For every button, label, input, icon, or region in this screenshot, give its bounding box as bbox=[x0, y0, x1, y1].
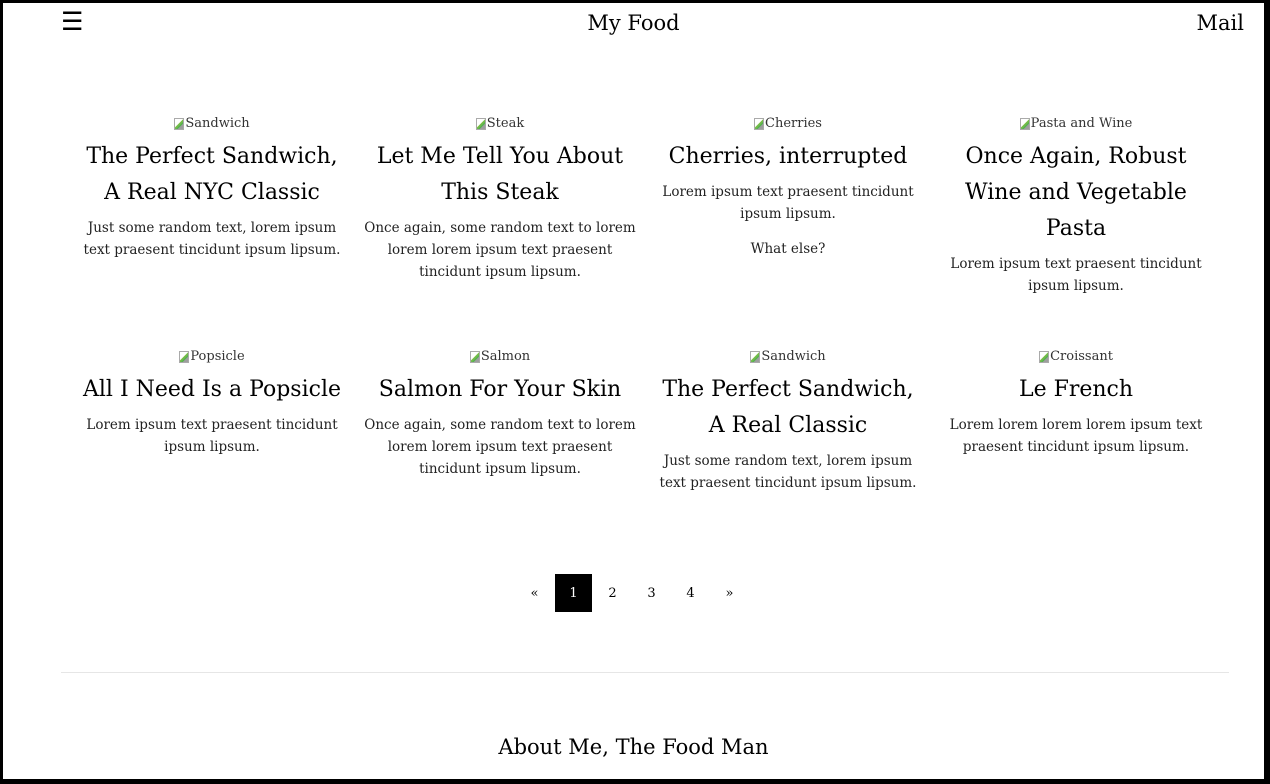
card-title[interactable]: Cherries, interrupted bbox=[652, 139, 924, 175]
food-card[interactable]: Pasta and Wine Once Again, Robust Wine a… bbox=[932, 113, 1220, 346]
card-text: Once again, some random text to lorem lo… bbox=[364, 417, 636, 477]
image-alt-text: Salmon bbox=[480, 349, 531, 364]
card-text: Just some random text, lorem ipsum text … bbox=[659, 453, 917, 491]
broken-image-icon bbox=[174, 118, 185, 130]
food-image[interactable]: Pasta and Wine bbox=[1019, 113, 1133, 135]
food-image[interactable]: Sandwich bbox=[750, 346, 826, 368]
page-link-2[interactable]: 2 bbox=[594, 574, 631, 612]
image-alt-text: Cherries bbox=[765, 116, 822, 131]
food-image[interactable]: Croissant bbox=[1039, 346, 1113, 368]
page-link-3[interactable]: 3 bbox=[633, 574, 670, 612]
top-bar: ☰ My Food Mail bbox=[3, 3, 1264, 47]
card-text: Once again, some random text to lorem lo… bbox=[364, 220, 636, 280]
broken-image-icon bbox=[1019, 118, 1030, 130]
image-alt-text: Popsicle bbox=[190, 349, 245, 364]
food-card[interactable]: Salmon Salmon For Your Skin Once again, … bbox=[356, 346, 644, 579]
broken-image-icon bbox=[1039, 351, 1050, 363]
mail-link[interactable]: Mail bbox=[1197, 9, 1244, 37]
broken-image-icon bbox=[750, 351, 761, 363]
food-card[interactable]: Croissant Le French Lorem lorem lorem lo… bbox=[932, 346, 1220, 579]
card-text: Lorem lorem lorem lorem ipsum text praes… bbox=[949, 417, 1203, 455]
about-heading: About Me, The Food Man bbox=[498, 735, 769, 759]
card-title[interactable]: Once Again, Robust Wine and Vegetable Pa… bbox=[940, 139, 1212, 247]
page-link-1[interactable]: 1 bbox=[555, 574, 592, 612]
image-alt-text: Steak bbox=[486, 116, 525, 131]
card-text: Lorem ipsum text praesent tincidunt ipsu… bbox=[86, 417, 338, 455]
card-text: Lorem ipsum text praesent tincidunt ipsu… bbox=[950, 256, 1202, 294]
card-title[interactable]: The Perfect Sandwich, A Real NYC Classic bbox=[76, 139, 348, 211]
broken-image-icon bbox=[754, 118, 765, 130]
broken-image-icon bbox=[469, 351, 480, 363]
image-alt-text: Sandwich bbox=[761, 349, 826, 364]
pagination-next[interactable]: » bbox=[711, 574, 748, 612]
food-image[interactable]: Cherries bbox=[754, 113, 822, 135]
image-alt-text: Sandwich bbox=[185, 116, 250, 131]
food-image[interactable]: Steak bbox=[475, 113, 525, 135]
food-image[interactable]: Popsicle bbox=[179, 346, 245, 368]
card-title[interactable]: Let Me Tell You About This Steak bbox=[364, 139, 636, 211]
card-text-extra: What else? bbox=[750, 241, 826, 257]
card-text: Just some random text, lorem ipsum text … bbox=[83, 220, 341, 258]
food-grid: Sandwich The Perfect Sandwich, A Real NY… bbox=[68, 113, 1222, 579]
image-alt-text: Pasta and Wine bbox=[1030, 116, 1133, 131]
food-card[interactable]: Cherries Cherries, interrupted Lorem ips… bbox=[644, 113, 932, 346]
image-alt-text: Croissant bbox=[1050, 349, 1113, 364]
broken-image-icon bbox=[475, 118, 486, 130]
food-card[interactable]: Steak Let Me Tell You About This Steak O… bbox=[356, 113, 644, 346]
page-frame: ☰ My Food Mail Sandwich The Perfect Sand… bbox=[3, 3, 1264, 779]
section-divider bbox=[61, 672, 1229, 673]
food-card[interactable]: Sandwich The Perfect Sandwich, A Real NY… bbox=[68, 113, 356, 346]
broken-image-icon bbox=[179, 351, 190, 363]
site-title[interactable]: My Food bbox=[3, 9, 1264, 37]
page-link-4[interactable]: 4 bbox=[672, 574, 709, 612]
food-card[interactable]: Popsicle All I Need Is a Popsicle Lorem … bbox=[68, 346, 356, 579]
pagination: « 1 2 3 4 » bbox=[3, 574, 1264, 612]
food-image[interactable]: Salmon bbox=[469, 346, 531, 368]
card-title[interactable]: All I Need Is a Popsicle bbox=[76, 372, 348, 408]
food-card[interactable]: Sandwich The Perfect Sandwich, A Real Cl… bbox=[644, 346, 932, 579]
card-title[interactable]: Le French bbox=[940, 372, 1212, 408]
card-title[interactable]: Salmon For Your Skin bbox=[364, 372, 636, 408]
food-image[interactable]: Sandwich bbox=[174, 113, 250, 135]
pagination-prev[interactable]: « bbox=[516, 574, 553, 612]
card-text: Lorem ipsum text praesent tincidunt ipsu… bbox=[662, 184, 914, 222]
card-title[interactable]: The Perfect Sandwich, A Real Classic bbox=[652, 372, 924, 444]
